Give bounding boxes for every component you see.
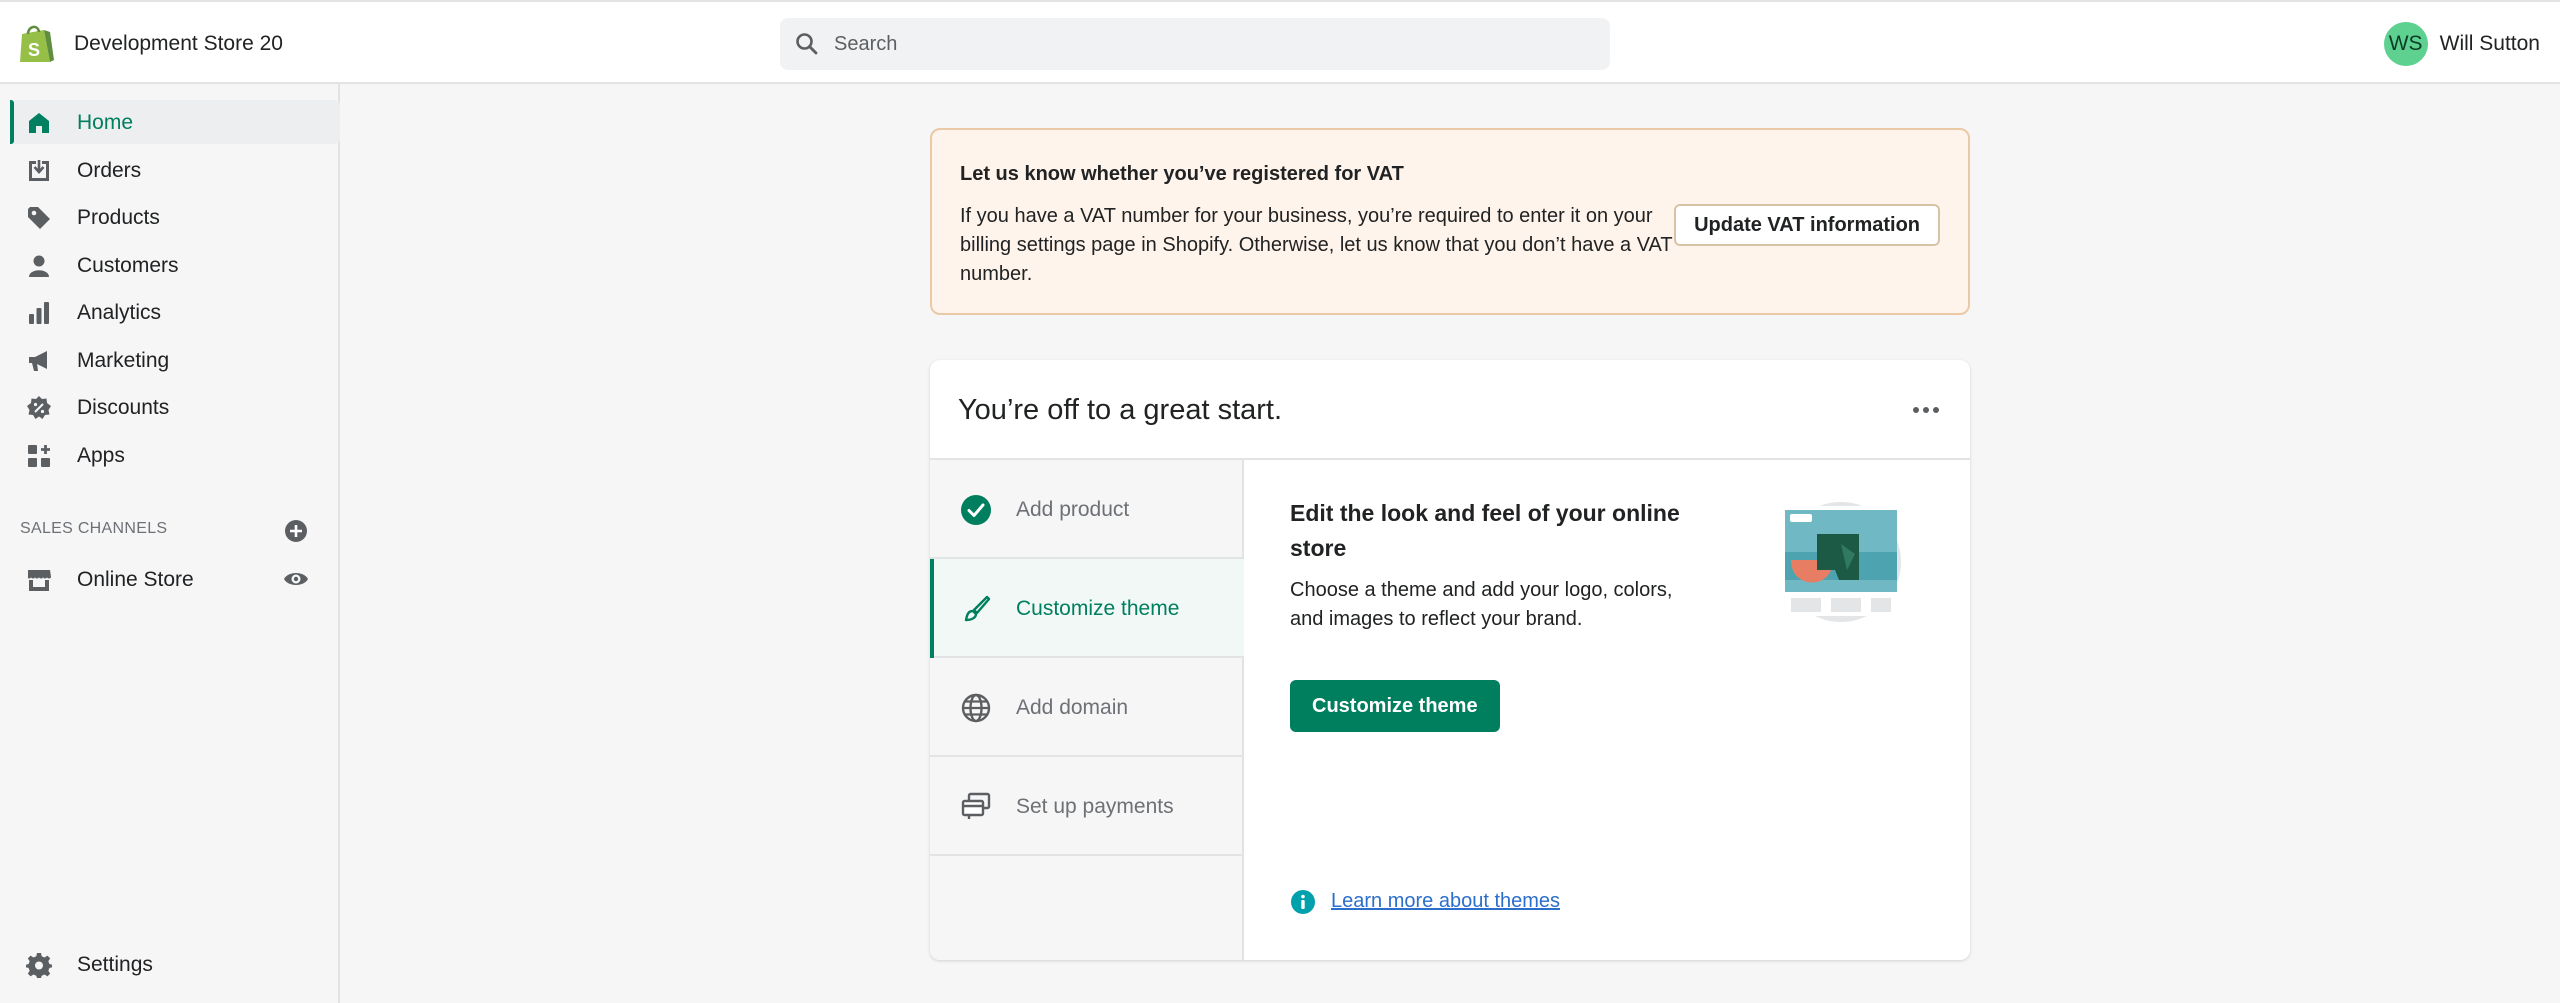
vat-banner: Let us know whether you’ve registered fo… [930,128,1970,315]
sidebar-item-orders[interactable]: Orders [0,148,330,192]
store-icon [27,570,51,591]
sidebar-item-label: Discounts [77,396,170,419]
customize-theme-button[interactable]: Customize theme [1290,680,1500,732]
payments-icon [961,792,991,819]
step-add-domain[interactable]: Add domain [930,658,1244,757]
sidebar-item-home[interactable]: Home [10,100,340,144]
setup-steps: Add product Customize theme Add domain S… [930,460,1244,960]
step-label: Add product [1016,498,1130,521]
tag-icon [28,207,50,229]
sidebar-item-settings[interactable]: Settings [0,942,330,986]
step-label: Customize theme [1016,597,1180,620]
update-vat-button[interactable]: Update VAT information [1674,204,1940,246]
sidebar-item-marketing[interactable]: Marketing [0,338,330,382]
sidebar-item-label: Online Store [77,568,194,591]
sidebar-item-discounts[interactable]: Discounts [0,385,330,429]
card-title: You’re off to a great start. [958,394,1283,426]
step-label: Add domain [1016,696,1129,719]
search-icon [796,33,818,55]
sidebar-item-online-store[interactable]: Online Store [0,557,330,601]
brush-icon [964,595,991,622]
sidebar-item-label: Products [77,206,160,229]
sidebar-item-label: Apps [77,444,125,467]
sidebar-item-analytics[interactable]: Analytics [0,290,330,334]
learn-more-themes-link[interactable]: Learn more about themes [1331,890,1560,913]
vat-banner-title: Let us know whether you’ve registered fo… [960,163,1404,185]
discount-icon [27,396,51,419]
info-icon [1291,890,1315,914]
user-menu[interactable]: WS Will Sutton [2383,22,2540,66]
shopify-logo-icon[interactable]: S [14,22,58,66]
check-circle-icon [961,495,991,525]
add-sales-channel-icon[interactable] [283,518,309,544]
megaphone-icon [29,351,47,371]
sidebar-item-label: Orders [77,159,142,182]
step-add-product[interactable]: Add product [930,460,1244,559]
step-customize-theme[interactable]: Customize theme [930,559,1244,658]
gear-icon [26,953,52,978]
sales-channels-heading: SALES CHANNELS [20,520,168,537]
more-actions-icon[interactable] [1912,398,1940,422]
step-detail-description: Choose a theme and add your logo, colors… [1290,579,1673,630]
sidebar-item-label: Marketing [77,349,170,372]
search-placeholder: Search [834,33,898,55]
sidebar-item-label: Customers [77,254,179,277]
card-header: You’re off to a great start. [930,360,1970,460]
sidebar: Home Orders Products Customers Analytics [0,84,340,1003]
step-set-up-payments[interactable]: Set up payments [930,757,1244,856]
eye-icon[interactable] [283,566,309,592]
person-icon [29,255,49,277]
svg-text:S: S [28,40,40,60]
sidebar-item-label: Settings [77,953,153,976]
step-detail-title: Edit the look and feel of your online st… [1290,500,1680,561]
globe-icon [961,693,991,723]
vat-banner-body: If you have a VAT number for your busine… [960,205,1673,285]
bar-chart-icon [29,302,49,324]
avatar: WS [2383,22,2428,66]
orders-icon [29,160,49,181]
sidebar-item-label: Home [77,111,134,134]
store-name[interactable]: Development Store 20 [74,32,283,56]
search-bar[interactable]: Search [780,18,1610,70]
sidebar-item-apps[interactable]: Apps [0,433,330,477]
theme-illustration [1779,502,1901,622]
step-label: Set up payments [1016,795,1174,818]
setup-guide-card: You’re off to a great start. Add product… [930,360,1970,960]
apps-icon [28,445,50,467]
home-icon [29,113,49,133]
sidebar-item-label: Analytics [77,301,162,324]
user-name: Will Sutton [2439,32,2540,55]
top-bar: S Development Store 20 Search WS Will Su… [0,0,2560,84]
sidebar-item-customers[interactable]: Customers [0,243,330,287]
sidebar-item-products[interactable]: Products [0,195,330,239]
